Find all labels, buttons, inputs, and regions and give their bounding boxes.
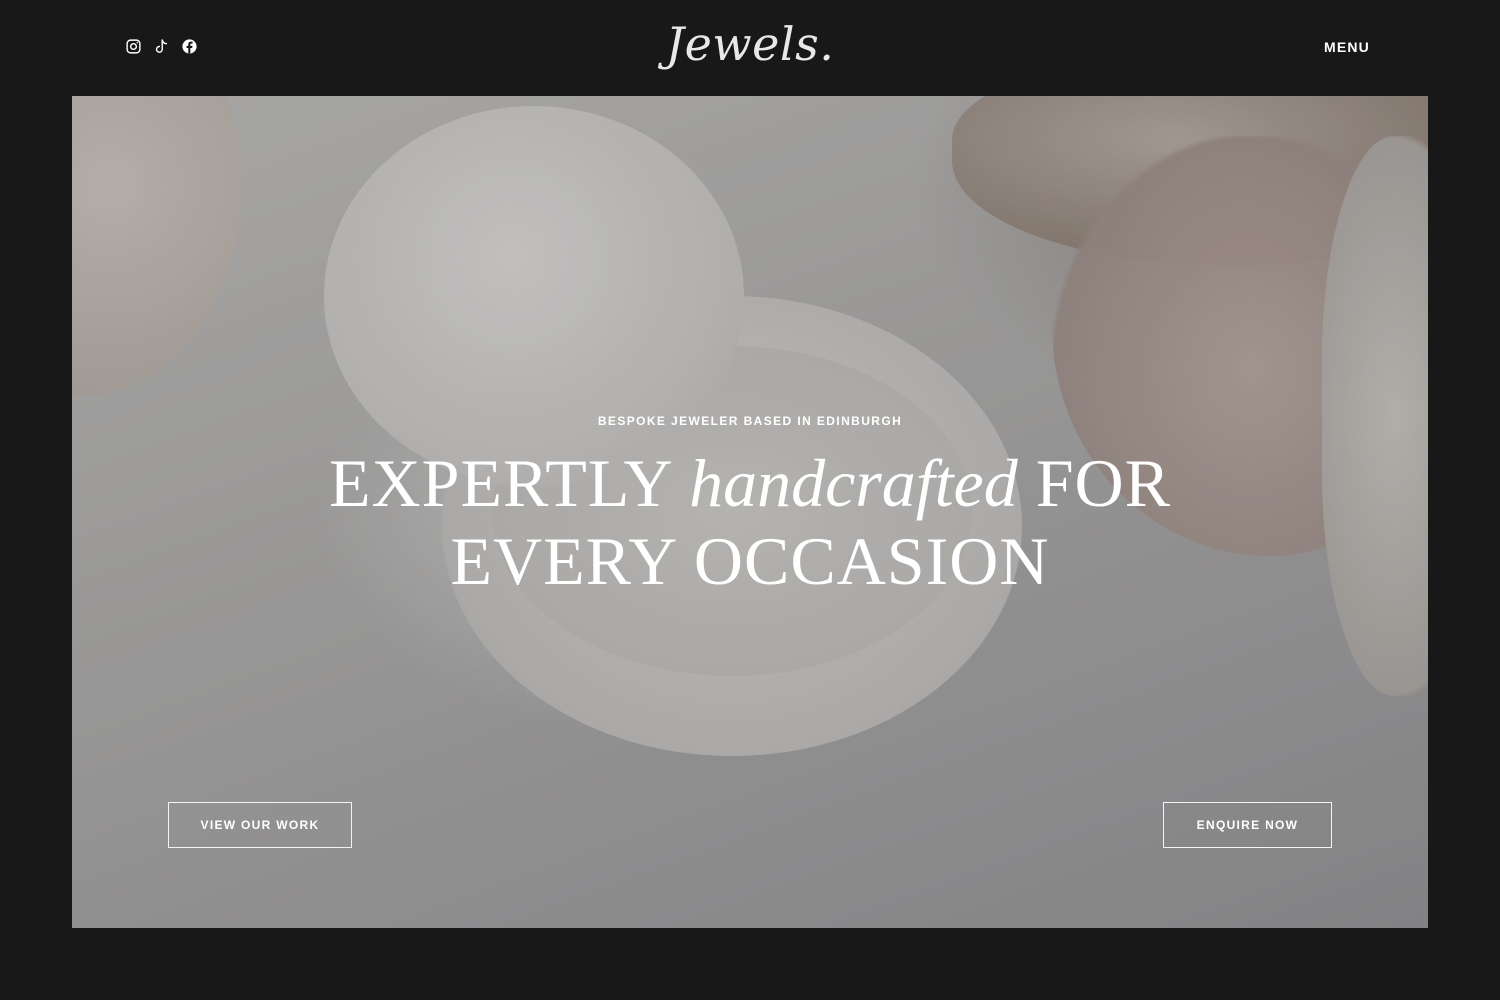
hero-headline: EXPERTLY handcrafted FOR EVERY OCCASION — [72, 444, 1428, 600]
view-our-work-button[interactable]: VIEW OUR WORK — [168, 802, 352, 848]
headline-line2: EVERY OCCASION — [450, 523, 1050, 599]
headline-part2: FOR — [1017, 445, 1172, 521]
headline-emphasis: handcrafted — [689, 445, 1018, 521]
headline-part1: EXPERTLY — [328, 445, 690, 521]
hero-content: BESPOKE JEWELER BASED IN EDINBURGH EXPER… — [72, 414, 1428, 600]
hero-eyebrow: BESPOKE JEWELER BASED IN EDINBURGH — [597, 414, 903, 428]
hero-section: BESPOKE JEWELER BASED IN EDINBURGH EXPER… — [72, 96, 1428, 928]
site-header: Jewels. MENU — [0, 0, 1500, 96]
site-logo[interactable]: Jewels. — [0, 14, 1500, 74]
enquire-now-button[interactable]: ENQUIRE NOW — [1163, 802, 1332, 848]
menu-button[interactable]: MENU — [1324, 39, 1370, 55]
